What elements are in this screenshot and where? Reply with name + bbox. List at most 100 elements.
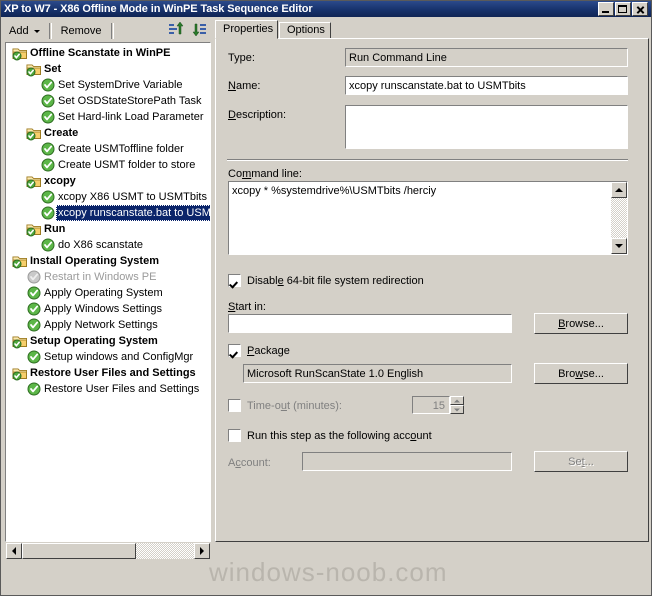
disable-redirection-checkbox[interactable] xyxy=(228,274,241,287)
move-up-icon[interactable] xyxy=(168,22,188,40)
tree-item[interactable]: Restore User Files and Settings xyxy=(6,381,210,397)
description-label: Description: xyxy=(228,109,287,121)
remove-button[interactable]: Remove xyxy=(55,20,108,42)
chevron-down-icon xyxy=(33,29,40,33)
step-check-icon xyxy=(26,285,42,301)
account-input xyxy=(302,452,512,471)
start-in-browse-button[interactable]: Browse... xyxy=(534,313,628,334)
step-check-icon xyxy=(26,301,42,317)
description-label-rest: escription: xyxy=(235,109,287,121)
tree-item[interactable]: Set Hard-link Load Parameter xyxy=(6,109,210,125)
folder-check-icon xyxy=(12,365,28,381)
tree-item[interactable]: Setup windows and ConfigMgr xyxy=(6,349,210,365)
section-divider xyxy=(227,159,628,161)
timeout-spinner-down[interactable] xyxy=(450,405,464,414)
toolbar-separator-2 xyxy=(110,23,114,39)
folder-check-icon xyxy=(12,253,28,269)
description-input[interactable] xyxy=(345,105,628,149)
tree-item-label: Offline Scanstate in WinPE xyxy=(30,47,171,59)
tree-item-label: Set OSDStateStorePath Task xyxy=(58,95,202,107)
tree-item[interactable]: xcopy xyxy=(6,173,210,189)
tree-item-label: Restore User Files and Settings xyxy=(30,367,196,379)
tree-item-label: Run xyxy=(44,223,66,235)
timeout-spinner[interactable] xyxy=(450,396,464,414)
tree-item[interactable]: Restore User Files and Settings xyxy=(6,365,210,381)
tree-item[interactable]: Restart in Windows PE xyxy=(6,269,210,285)
toolbar-separator xyxy=(48,23,52,39)
folder-check-icon xyxy=(12,45,28,61)
window-title: XP to W7 - X86 Offline Mode in WinPE Tas… xyxy=(4,3,313,15)
tree-item[interactable]: Apply Windows Settings xyxy=(6,301,210,317)
run-as-checkbox[interactable] xyxy=(228,429,241,442)
tree-item[interactable]: Setup Operating System xyxy=(6,333,210,349)
tree-item-label: xcopy X86 USMT to USMTbits xyxy=(58,191,207,203)
tree-item[interactable]: Create USMT folder to store xyxy=(6,157,210,173)
tree-item[interactable]: Set SystemDrive Variable xyxy=(6,77,210,93)
tab-properties[interactable]: Properties xyxy=(215,20,278,39)
tree-item[interactable]: Apply Operating System xyxy=(6,285,210,301)
run-as-label: Run this step as the following account xyxy=(247,430,432,442)
folder-check-icon xyxy=(26,61,42,77)
command-scroll-down-button[interactable] xyxy=(611,238,627,254)
step-check-icon xyxy=(40,205,56,221)
folder-check-icon xyxy=(26,125,42,141)
tab-strip: Properties Options xyxy=(215,20,649,39)
step-check-icon xyxy=(40,141,56,157)
tree-item[interactable]: do X86 scanstate xyxy=(6,237,210,253)
tree-item-label: Create xyxy=(44,127,79,139)
package-browse-button[interactable]: Browse... xyxy=(534,363,628,384)
add-button-label: Add xyxy=(9,25,29,37)
timeout-label: Time-out (minutes): xyxy=(247,400,342,412)
tree-item-label: Set xyxy=(44,63,62,75)
tree-item[interactable]: Offline Scanstate in WinPE xyxy=(6,45,210,61)
command-line-label: Command line: xyxy=(228,168,302,180)
move-down-icon[interactable] xyxy=(190,22,210,40)
tree-item-label: Create USMToffline folder xyxy=(58,143,184,155)
step-check-icon xyxy=(40,237,56,253)
timeout-spinner-up[interactable] xyxy=(450,396,464,405)
dialog-footer: OK Cancel Apply Help xyxy=(1,543,651,595)
package-checkbox[interactable] xyxy=(228,344,241,357)
folder-check-icon xyxy=(12,333,28,349)
command-line-input[interactable]: xcopy * %systemdrive%\USMTbits /herciy xyxy=(232,184,609,198)
command-scroll-up-button[interactable] xyxy=(611,182,627,198)
task-sequence-tree[interactable]: Offline Scanstate in WinPE Set Set SystemD… xyxy=(5,42,211,542)
tree-item-label: xcopy runscanstate.bat to USMTbits xyxy=(56,205,210,221)
name-input[interactable]: xcopy runscanstate.bat to USMTbits xyxy=(345,76,628,95)
tree-item[interactable]: xcopy runscanstate.bat to USMTbits xyxy=(6,205,210,221)
package-label: Package xyxy=(247,345,290,357)
maximize-button[interactable] xyxy=(615,2,631,16)
name-label: Name: xyxy=(228,80,261,92)
tab-options[interactable]: Options xyxy=(279,22,331,39)
type-value: Run Command Line xyxy=(345,48,628,67)
command-line-vertical-scrollbar[interactable] xyxy=(611,182,627,254)
command-scrollbar-track[interactable] xyxy=(611,198,627,238)
tree-item[interactable]: Apply Network Settings xyxy=(6,317,210,333)
tab-properties-label: Properties xyxy=(223,23,274,35)
step-check-icon xyxy=(26,349,42,365)
step-check-icon xyxy=(40,77,56,93)
tree-item[interactable]: Create USMToffline folder xyxy=(6,141,210,157)
step-check-icon xyxy=(40,93,56,109)
step-check-icon xyxy=(26,317,42,333)
tree-item[interactable]: Run xyxy=(6,221,210,237)
timeout-input[interactable]: 15 xyxy=(412,396,450,414)
timeout-checkbox[interactable] xyxy=(228,399,241,412)
tree-item-label: Apply Windows Settings xyxy=(44,303,162,315)
tree-item[interactable]: Set OSDStateStorePath Task xyxy=(6,93,210,109)
disable-redirection-label: Disable 64-bit file system redirection xyxy=(247,275,424,287)
command-line-input-wrapper[interactable]: xcopy * %systemdrive%\USMTbits /herciy xyxy=(228,181,628,255)
minimize-button[interactable] xyxy=(598,2,614,16)
start-in-input[interactable] xyxy=(228,314,512,333)
tree-item-label: Apply Network Settings xyxy=(44,319,158,331)
type-label: Type: xyxy=(228,52,255,64)
close-button[interactable] xyxy=(632,2,648,16)
step-check-icon xyxy=(40,157,56,173)
tree-item[interactable]: Install Operating System xyxy=(6,253,210,269)
tree-item[interactable]: Set xyxy=(6,61,210,77)
step-check-icon xyxy=(40,189,56,205)
tree-item[interactable]: xcopy X86 USMT to USMTbits xyxy=(6,189,210,205)
add-button[interactable]: Add xyxy=(3,20,46,42)
folder-check-icon xyxy=(26,221,42,237)
tree-item[interactable]: Create xyxy=(6,125,210,141)
